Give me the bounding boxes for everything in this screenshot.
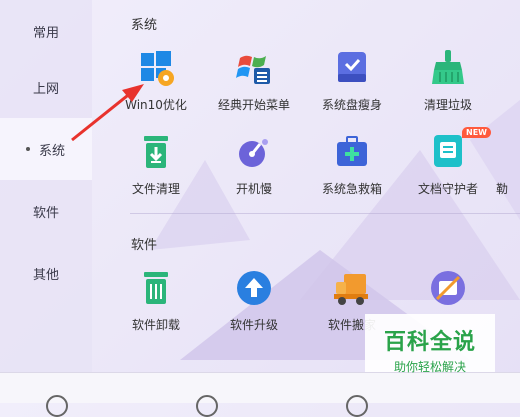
tile-label: 经典开始菜单 [217, 98, 290, 112]
section-divider [130, 213, 520, 214]
tile-label: 软件卸载 [131, 318, 180, 332]
footer-icon-3[interactable] [346, 395, 368, 417]
sidebar-item-common[interactable]: 常用 [0, 0, 92, 62]
tile-boot-slow[interactable]: 开机慢 [212, 132, 296, 202]
annotation-arrow [71, 84, 144, 142]
active-dot [26, 147, 30, 151]
upgrade-icon [234, 268, 274, 308]
tile-first-aid[interactable]: 系统急救箱 [310, 132, 394, 202]
footer-icon-1[interactable] [46, 395, 68, 417]
watermark-sub: 助你轻松解决 [393, 360, 466, 374]
tile-label: 开机慢 [235, 182, 272, 196]
sidebar-item-label: 常用 [32, 25, 59, 41]
tile-label: 软件升级 [229, 318, 278, 332]
truck-icon [332, 268, 372, 308]
sidebar-item-label: 软件 [32, 205, 59, 221]
disk-slim-icon [332, 48, 372, 88]
tile-classic-start-menu[interactable]: 经典开始菜单 [212, 48, 296, 118]
tile-label: 文件清理 [131, 182, 180, 196]
tile-label: 勒 [496, 182, 509, 196]
tile-document-guard[interactable]: 文档守护者 [406, 132, 490, 202]
broom-icon [428, 48, 468, 88]
sidebar-item-other[interactable]: 其他 [0, 242, 92, 304]
document-guard-icon [428, 132, 468, 172]
section-title-system: 系统 [131, 18, 158, 33]
sidebar-item-label: 上网 [32, 81, 59, 97]
footer-toolbar [0, 372, 520, 417]
tile-upgrade[interactable]: 软件升级 [212, 268, 296, 338]
no-ads-icon [428, 268, 468, 308]
sidebar-item-software[interactable]: 软件 [0, 180, 92, 242]
start-menu-icon [234, 48, 274, 88]
sidebar-item-label: 其他 [32, 267, 59, 283]
new-badge: NEW [462, 127, 491, 138]
tile-disk-slim[interactable]: 系统盘瘦身 [310, 48, 394, 118]
watermark-logo: 百科全说 助你轻松解决 [365, 314, 495, 374]
sidebar: 常用 上网 系统 软件 其他 [0, 0, 92, 372]
tile-label: 系统急救箱 [321, 182, 382, 196]
watermark-main: 百科全说 [383, 330, 476, 355]
uninstall-icon [136, 268, 176, 308]
tile-label: 系统盘瘦身 [321, 98, 382, 112]
tile-label: 清理垃圾 [423, 98, 472, 112]
tile-partial[interactable]: 勒 [496, 132, 520, 202]
first-aid-kit-icon [332, 132, 372, 172]
tile-uninstall[interactable]: 软件卸载 [114, 268, 198, 338]
footer-icon-2[interactable] [196, 395, 218, 417]
section-title-software: 软件 [131, 238, 158, 253]
tile-clean-junk[interactable]: 清理垃圾 [406, 48, 490, 118]
boot-speed-icon [234, 132, 274, 172]
tile-label: 文档守护者 [417, 182, 478, 196]
